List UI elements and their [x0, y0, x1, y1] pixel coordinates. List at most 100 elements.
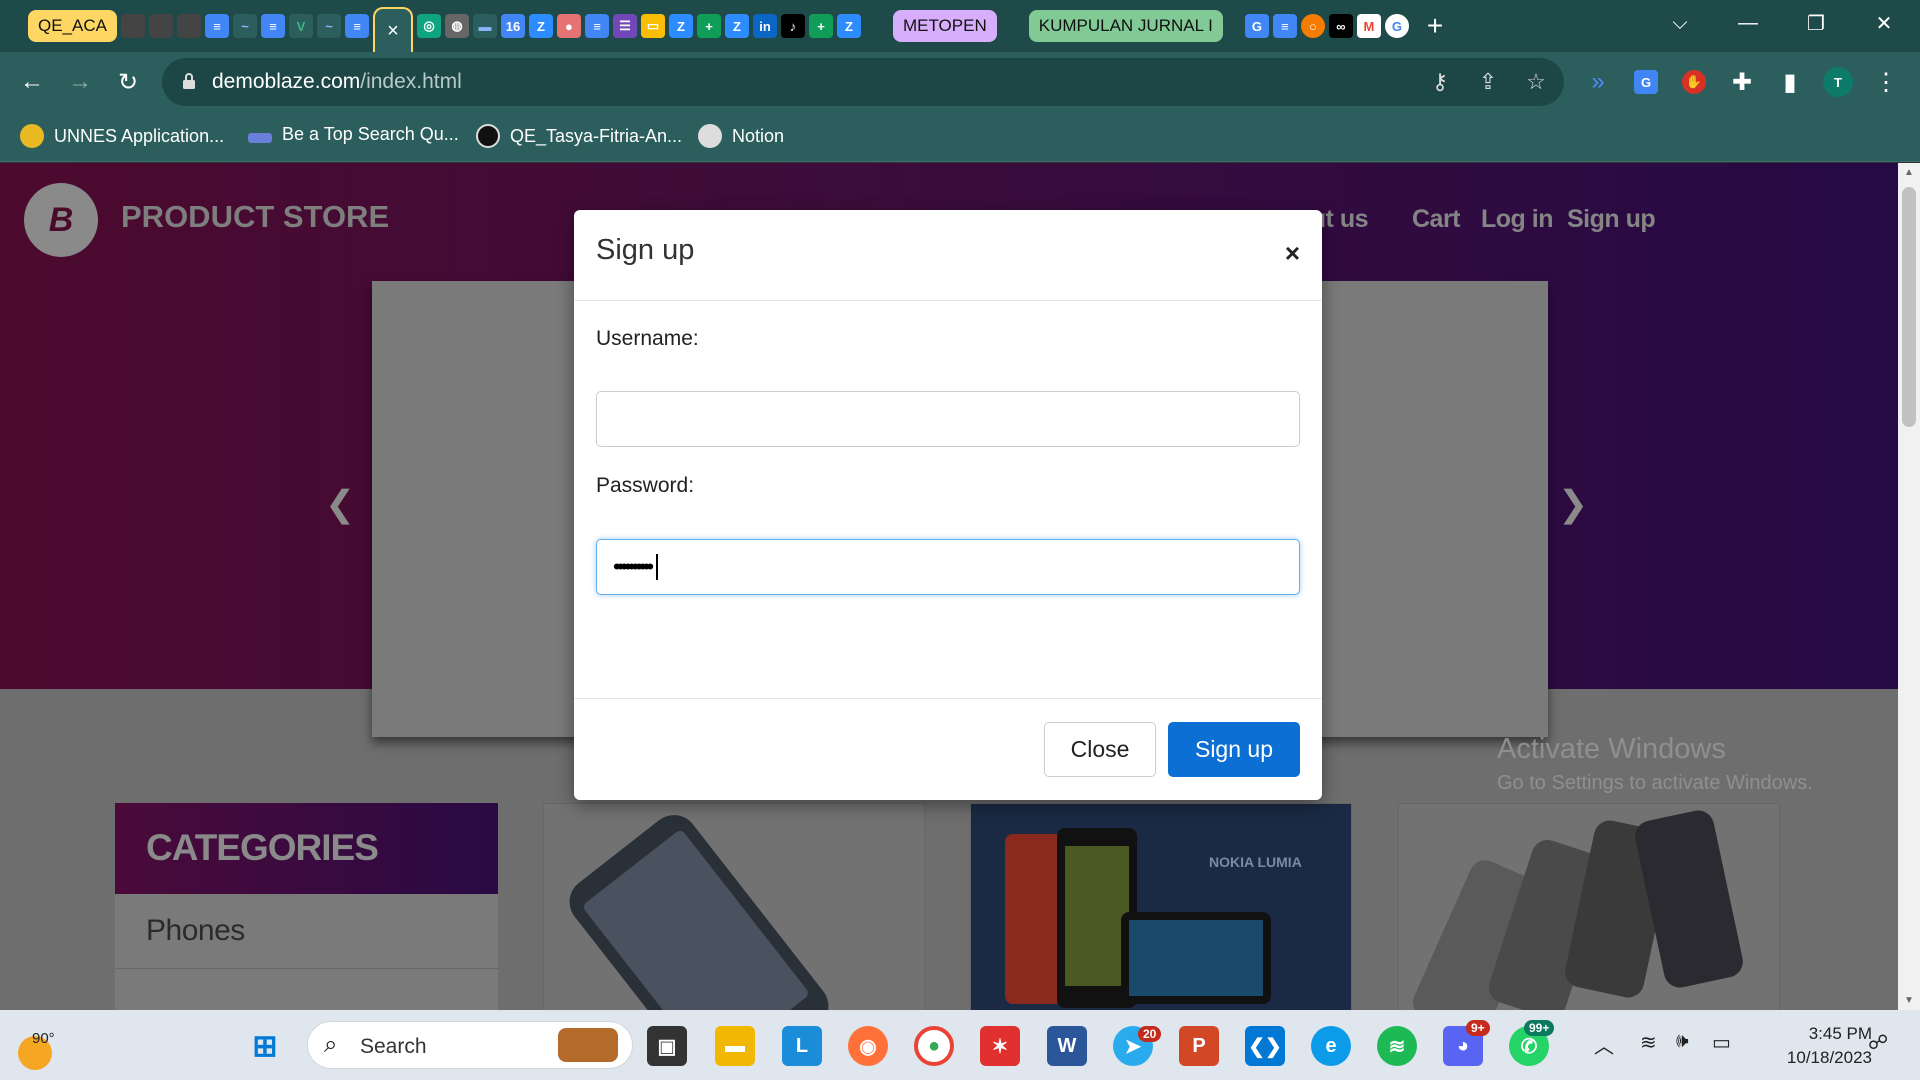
chatgpt-favicon-icon[interactable]: ◎ — [416, 14, 441, 38]
bookmark-qe-tasya[interactable]: QE_Tasya-Fitria-An... — [476, 124, 682, 148]
wifi-icon[interactable]: ≋ — [1640, 1030, 1657, 1055]
window-close-icon[interactable]: ✕ — [1854, 0, 1914, 46]
product-card[interactable]: NOKIA LUMIA — [970, 803, 1352, 1010]
linkedin-favicon-icon[interactable]: in — [752, 14, 777, 38]
task-view-icon[interactable]: ▣ — [647, 1026, 687, 1066]
adblock-extension-icon[interactable]: ✋ — [1682, 70, 1706, 94]
minimize-icon[interactable]: — — [1718, 0, 1778, 46]
google-favicon-icon[interactable]: G — [1384, 14, 1409, 38]
back-icon[interactable]: ← — [16, 66, 48, 98]
docs-favicon-icon[interactable]: ≡ — [344, 14, 369, 38]
plus-favicon-icon[interactable]: + — [808, 14, 833, 38]
bookmark-notion[interactable]: Notion — [698, 124, 784, 148]
scroll-down-icon[interactable]: ▼ — [1904, 995, 1914, 1006]
docs-favicon-icon[interactable]: ≡ — [584, 14, 609, 38]
nav-log-in[interactable]: Log in — [1481, 205, 1553, 234]
restore-icon[interactable]: ❐ — [1786, 0, 1846, 46]
zoom-favicon-icon[interactable]: Z — [724, 14, 749, 38]
site-favicon-icon[interactable]: ~ — [316, 14, 341, 38]
tab-group-kumpulan-jurnal[interactable]: KUMPULAN JURNAL I — [1028, 10, 1223, 42]
side-panel-icon[interactable]: ▮ — [1774, 66, 1806, 98]
url-text[interactable]: demoblaze.com/index.html — [212, 70, 462, 94]
bookmark-unnes[interactable]: UNNES Application... — [20, 124, 224, 148]
windows-start-icon[interactable]: ⊞ — [245, 1026, 285, 1066]
address-bar[interactable]: demoblaze.com/index.html ⚷ ⇪ ☆ — [162, 58, 1564, 106]
volume-icon[interactable]: 🕪 — [1676, 1030, 1689, 1053]
site-favicon-icon[interactable]: ~ — [232, 14, 257, 38]
product-card[interactable] — [1398, 803, 1780, 1010]
globe-favicon-icon[interactable]: ◍ — [444, 14, 469, 38]
forward-icon[interactable]: → — [64, 66, 96, 98]
reload-icon[interactable]: ↻ — [112, 66, 144, 98]
product-card[interactable] — [543, 803, 925, 1010]
docs-favicon-icon[interactable]: ≡ — [1272, 14, 1297, 38]
powerpoint-icon[interactable]: P — [1179, 1026, 1219, 1066]
tab-search-icon[interactable]: ⌵ — [1650, 0, 1710, 46]
github-favicon-icon[interactable] — [120, 14, 145, 38]
vscode-icon[interactable]: ❮❯ — [1245, 1026, 1285, 1066]
infinity-favicon-icon[interactable]: ∞ — [1328, 14, 1353, 38]
vue-favicon-icon[interactable]: V — [288, 14, 313, 38]
plus-favicon-icon[interactable]: + — [696, 14, 721, 38]
nav-cart[interactable]: Cart — [1412, 205, 1461, 234]
share-icon[interactable]: ⇪ — [1474, 68, 1502, 96]
site-brand[interactable]: PRODUCT STORE — [121, 199, 389, 235]
signup-submit-button[interactable]: Sign up — [1168, 722, 1300, 777]
extensions-puzzle-icon[interactable]: ✚ — [1726, 66, 1758, 98]
docs-favicon-icon[interactable]: ≡ — [260, 14, 285, 38]
circle-favicon-icon[interactable]: ○ — [1300, 14, 1325, 38]
category-phones[interactable]: Phones — [115, 894, 498, 969]
carousel-next-icon[interactable]: ❯ — [1558, 483, 1588, 525]
edge-icon[interactable]: e — [1311, 1026, 1351, 1066]
tab-group-metopen[interactable]: METOPEN — [892, 10, 997, 42]
calendar-favicon-icon[interactable]: 16 — [500, 14, 525, 38]
menu-kebab-icon[interactable]: ⋮ — [1870, 66, 1902, 98]
translate-favicon-icon[interactable]: G — [1244, 14, 1269, 38]
system-clock[interactable]: 3:45 PM 10/18/2023 — [1762, 1022, 1872, 1070]
translate-extension-icon[interactable]: G — [1634, 70, 1658, 94]
nav-sign-up[interactable]: Sign up — [1567, 205, 1656, 234]
lock-icon[interactable] — [182, 72, 196, 90]
notifications-icon[interactable]: ☍ — [1868, 1030, 1888, 1055]
zoom-favicon-icon[interactable]: Z — [528, 14, 553, 38]
password-field[interactable]: •••••••••• — [596, 539, 1300, 595]
battery-icon[interactable]: ▭ — [1712, 1030, 1731, 1055]
profile-avatar[interactable]: T — [1823, 67, 1853, 97]
modal-close-icon[interactable]: × — [1285, 238, 1300, 269]
zoom-favicon-icon[interactable]: Z — [668, 14, 693, 38]
taskbar-search[interactable]: ⌕ Search — [307, 1021, 633, 1069]
close-button[interactable]: Close — [1044, 722, 1156, 777]
l-app-icon[interactable]: L — [782, 1026, 822, 1066]
docs-favicon-icon[interactable]: ≡ — [204, 14, 229, 38]
brain-favicon-icon[interactable]: ● — [556, 14, 581, 38]
spotify-icon[interactable]: ≋ — [1377, 1026, 1417, 1066]
list-favicon-icon[interactable]: ☰ — [612, 14, 637, 38]
username-field[interactable] — [596, 391, 1300, 447]
word-icon[interactable]: W — [1047, 1026, 1087, 1066]
scroll-up-icon[interactable]: ▲ — [1904, 167, 1914, 178]
bookmark-star-icon[interactable]: ☆ — [1522, 68, 1550, 96]
file-explorer-icon[interactable]: ▬ — [715, 1026, 755, 1066]
carousel-prev-icon[interactable]: ❮ — [325, 483, 355, 525]
site-favicon-icon[interactable]: ▬ — [472, 14, 497, 38]
key-icon[interactable]: ⚷ — [1426, 68, 1454, 96]
mendeley-icon[interactable]: ✶ — [980, 1026, 1020, 1066]
gmail-favicon-icon[interactable]: M — [1356, 14, 1381, 38]
site-logo[interactable]: B — [24, 183, 98, 257]
tiktok-favicon-icon[interactable]: ♪ — [780, 14, 805, 38]
tray-chevron-icon[interactable]: ︿ — [1594, 1030, 1614, 1059]
close-tab-icon[interactable]: × — [387, 20, 399, 43]
tab-group-qe-aca[interactable]: QE_ACA — [28, 10, 117, 42]
page-scrollbar[interactable]: ▲ ▼ — [1898, 163, 1920, 1010]
slides-favicon-icon[interactable]: ▭ — [640, 14, 665, 38]
firefox-icon[interactable]: ◉ — [848, 1026, 888, 1066]
zoom-favicon-icon[interactable]: Z — [836, 14, 861, 38]
github-favicon-icon[interactable] — [148, 14, 173, 38]
chrome-icon[interactable]: ● — [914, 1026, 954, 1066]
new-tab-icon[interactable]: + — [1427, 10, 1443, 42]
read-aloud-icon[interactable]: » — [1582, 66, 1614, 98]
github-favicon-icon[interactable] — [176, 14, 201, 38]
active-tab[interactable]: × — [372, 7, 413, 53]
bookmark-search-quality[interactable]: Be a Top Search Qu... — [248, 124, 459, 145]
scroll-thumb[interactable] — [1902, 187, 1916, 427]
